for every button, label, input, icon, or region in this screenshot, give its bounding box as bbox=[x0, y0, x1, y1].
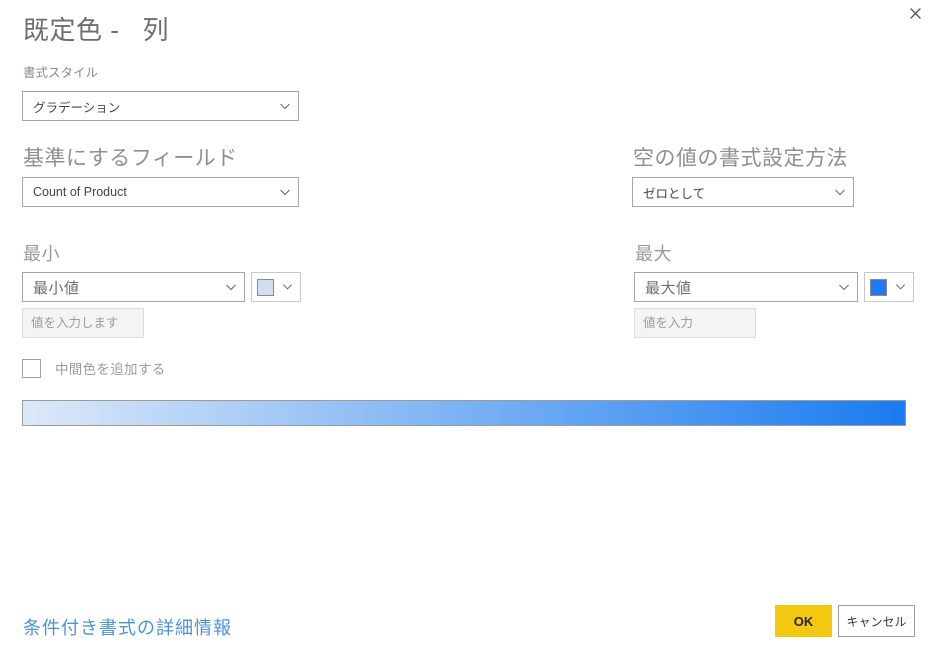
conditional-formatting-dialog: 既定色 - 列 書式スタイル グラデーション 基準にするフィールド Count … bbox=[0, 0, 938, 658]
add-middle-color-checkbox-row[interactable]: 中間色を追加する bbox=[22, 358, 165, 378]
chevron-down-icon bbox=[833, 185, 847, 199]
ok-button[interactable]: OK bbox=[775, 605, 832, 637]
minimum-value-input[interactable] bbox=[22, 308, 144, 338]
format-style-value: グラデーション bbox=[33, 100, 121, 115]
chevron-down-icon bbox=[837, 280, 851, 294]
blank-values-heading: 空の値の書式設定方法 bbox=[633, 147, 848, 170]
chevron-down-icon bbox=[278, 185, 292, 199]
maximum-rule-dropdown[interactable]: 最大値 bbox=[634, 272, 858, 302]
cancel-button[interactable]: キャンセル bbox=[838, 605, 915, 637]
add-middle-color-label: 中間色を追加する bbox=[55, 362, 166, 377]
chevron-down-icon bbox=[894, 280, 908, 294]
minimum-label: 最小 bbox=[23, 244, 60, 264]
chevron-down-icon bbox=[281, 280, 295, 294]
conditional-formatting-help-link[interactable]: 条件付き書式の詳細情報 bbox=[23, 614, 232, 640]
maximum-rule-value: 最大値 bbox=[645, 279, 692, 297]
add-middle-color-checkbox[interactable] bbox=[22, 358, 41, 378]
minimum-rule-dropdown[interactable]: 最小値 bbox=[22, 272, 245, 302]
close-button[interactable] bbox=[892, 0, 938, 26]
base-field-heading: 基準にするフィールド bbox=[23, 147, 238, 170]
dialog-title: 既定色 - 列 bbox=[23, 15, 170, 45]
close-icon bbox=[909, 7, 921, 19]
maximum-value-input[interactable] bbox=[634, 308, 756, 338]
format-style-dropdown[interactable]: グラデーション bbox=[22, 91, 299, 121]
minimum-color-picker[interactable] bbox=[251, 272, 301, 302]
base-field-value: Count of Product bbox=[33, 185, 127, 199]
chevron-down-icon bbox=[278, 99, 292, 113]
blank-values-value: ゼロとして bbox=[643, 186, 706, 201]
blank-values-dropdown[interactable]: ゼロとして bbox=[632, 177, 854, 207]
maximum-label: 最大 bbox=[635, 244, 672, 264]
chevron-down-icon bbox=[224, 280, 238, 294]
gradient-preview-bar bbox=[22, 400, 906, 426]
minimum-color-swatch bbox=[257, 278, 274, 296]
minimum-rule-value: 最小値 bbox=[33, 279, 80, 297]
base-field-dropdown[interactable]: Count of Product bbox=[22, 177, 299, 207]
maximum-color-picker[interactable] bbox=[864, 272, 914, 302]
format-style-label: 書式スタイル bbox=[23, 66, 99, 80]
maximum-color-swatch bbox=[870, 278, 887, 296]
